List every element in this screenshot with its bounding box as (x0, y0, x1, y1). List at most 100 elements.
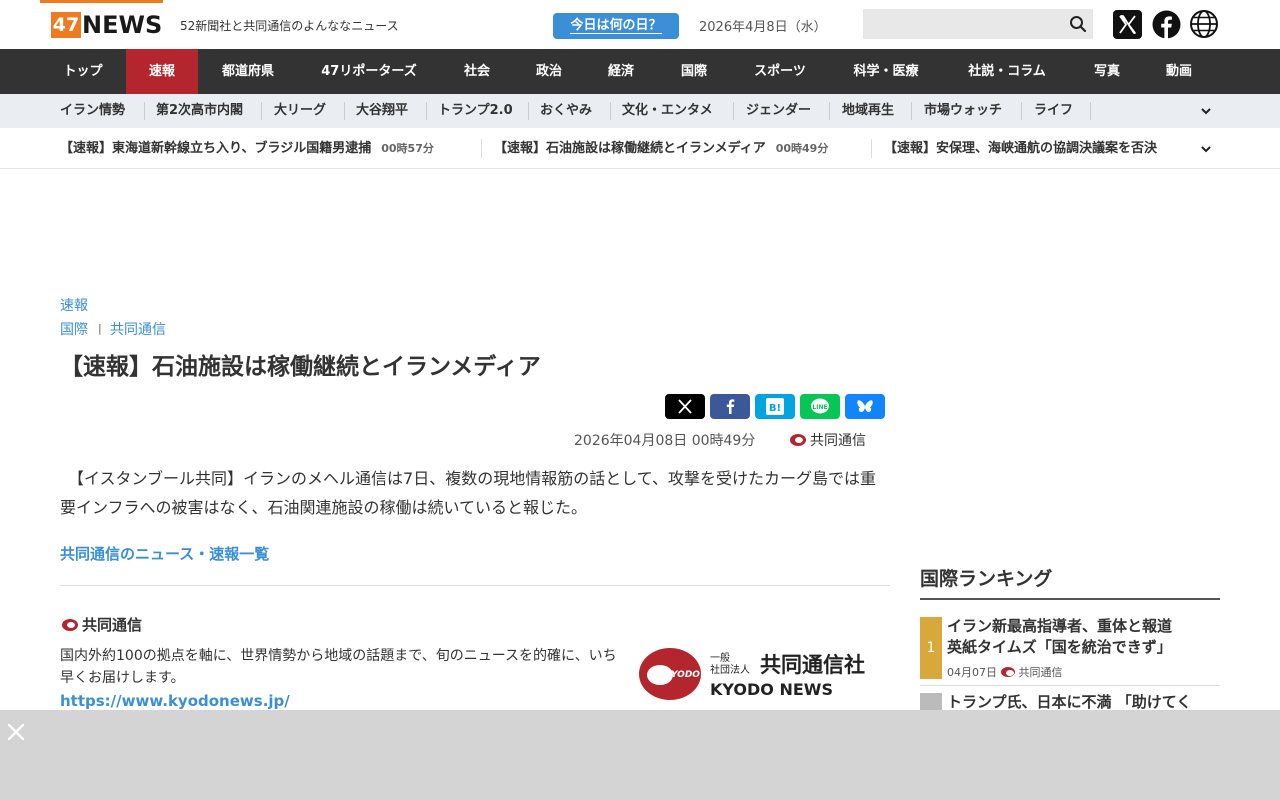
ranking-item-meta: 04月07日 共同通信 (947, 664, 1063, 680)
kyodo-logo-mark-text: KYODO (664, 670, 700, 680)
kyodo-logo-small1: 一般 (710, 651, 730, 664)
share-line-icon[interactable]: LINE (800, 394, 840, 419)
site-logo[interactable]: 47 NEWS (40, 0, 163, 40)
share-bluesky-icon[interactable] (845, 394, 885, 419)
breadcrumb-kyodo[interactable]: 共同通信 (110, 319, 166, 339)
subnav-divider (829, 102, 830, 120)
nav-sports[interactable]: スポーツ (730, 49, 830, 94)
search-icon[interactable] (1069, 15, 1087, 33)
bottom-ad-overlay (0, 710, 1280, 800)
share-hatena-icon[interactable]: B! (755, 394, 795, 419)
subnav-mlb[interactable]: 大リーグ (274, 94, 326, 128)
search-input[interactable] (863, 9, 1063, 39)
kyodo-logo-jp: 共同通信社 (760, 653, 865, 677)
x-twitter-icon[interactable] (1113, 10, 1142, 39)
kyodo-logo-small2: 社団法人 (710, 663, 750, 676)
article-source-label: 共同通信 (810, 433, 866, 449)
topic-subnav: イラン情勢 第2次高市内閣 大リーグ 大谷翔平 トランプ2.0 おくやみ 文化・… (0, 94, 1280, 128)
nav-science-medical[interactable]: 科学・医療 (830, 49, 942, 94)
ranking-divider (920, 685, 1220, 686)
ranking-title: 国際ランキング (920, 568, 1053, 590)
search-box (863, 9, 1093, 39)
ranking-underline (920, 598, 1220, 600)
share-facebook-icon[interactable] (710, 394, 750, 419)
nav-editorial-column[interactable]: 社説・コラム (942, 49, 1072, 94)
subnav-market[interactable]: 市場ウォッチ (924, 94, 1002, 128)
ranking-item-source: 共同通信 (1018, 666, 1063, 679)
subnav-divider (733, 102, 734, 120)
chevron-down-icon[interactable] (1200, 105, 1212, 117)
subnav-gender[interactable]: ジェンダー (746, 94, 811, 128)
ranking-item-line2: 英紙タイムズ「国を統治できず」 (947, 638, 1172, 656)
site-header: 47 NEWS 52新聞社と共同通信のよんななニュース 今日は何の日？ 2026… (0, 0, 1280, 49)
ticker-item[interactable]: 【速報】安保理、海峡通航の協調決議案を否決 (884, 128, 1157, 169)
nav-economy[interactable]: 経済 (584, 49, 658, 94)
nav-top[interactable]: トップ (40, 49, 126, 94)
subnav-divider (144, 102, 145, 120)
today-button-label: 今日は何の日？ (570, 18, 662, 34)
nav-video[interactable]: 動画 (1142, 49, 1216, 94)
subnav-iran[interactable]: イラン情勢 (60, 94, 125, 128)
article-datetime: 2026年04月08日 00時49分 (574, 433, 756, 449)
kyodo-mark-icon (62, 619, 78, 631)
ranking-item-date: 04月07日 (947, 666, 997, 679)
nav-prefectures[interactable]: 都道府県 (198, 49, 298, 94)
rank-badge: 1 (920, 617, 942, 679)
article-body: 【イスタンブール共同】イランのメヘル通信は7日、複数の現地情報筋の話として、攻撃… (60, 469, 876, 517)
subnav-divider (610, 102, 611, 120)
article-title: 【速報】石油施設は稼働継続とイランメディア (60, 354, 541, 380)
subnav-divider (911, 102, 912, 120)
ticker-headline: 【速報】安保理、海峡通航の協調決議案を否決 (884, 141, 1158, 156)
breaking-news-ticker: 【速報】東海道新幹線立ち入り、ブラジル国籍男逮捕 00時57分 【速報】石油施設は… (0, 128, 1280, 169)
breadcrumb-international[interactable]: 国際 (60, 319, 88, 339)
share-x-icon[interactable] (665, 394, 705, 419)
ranking-item-line1: イラン新最高指導者、重体と報道 (947, 617, 1173, 635)
provider-description: 国内外約100の拠点を軸に、世界情勢から地域の話題まで、旬のニュースを的確に、い… (60, 648, 617, 686)
nav-photos[interactable]: 写真 (1072, 49, 1142, 94)
subnav-divider (426, 102, 427, 120)
subnav-culture[interactable]: 文化・エンタメ (622, 94, 713, 128)
subnav-life[interactable]: ライフ (1034, 94, 1073, 128)
article-source: 共同通信 (790, 430, 866, 450)
provider-url-link[interactable]: https://www.kyodonews.jp/ (60, 692, 290, 710)
provider-name-label: 共同通信 (82, 616, 143, 634)
subnav-ohtani[interactable]: 大谷翔平 (356, 94, 408, 128)
tagline: 52新聞社と共同通信のよんななニュース (180, 19, 399, 33)
ticker-divider (481, 139, 482, 158)
today-in-history-button[interactable]: 今日は何の日？ (553, 13, 679, 39)
category-link[interactable]: 速報 (60, 295, 88, 315)
provider-name: 共同通信 (62, 614, 142, 635)
subnav-divider (344, 102, 345, 120)
subnav-trump[interactable]: トランプ2.0 (438, 94, 513, 128)
ticker-item[interactable]: 【速報】東海道新幹線立ち入り、ブラジル国籍男逮捕 00時57分 (60, 128, 434, 169)
subnav-divider (1090, 102, 1091, 120)
subnav-divider (528, 102, 529, 120)
kyodo-mark-icon (790, 434, 806, 446)
facebook-icon[interactable] (1152, 10, 1181, 39)
ticker-divider (871, 139, 872, 158)
ticker-item[interactable]: 【速報】石油施設は稼働継続とイランメディア 00時49分 (494, 128, 828, 169)
breadcrumb-separator: | (98, 322, 102, 335)
main-navigation: トップ 速報 都道府県 47リポーターズ 社会 政治 経済 国際 スポーツ 科学… (0, 49, 1280, 94)
logo-accent-bar (40, 0, 163, 3)
subnav-obituaries[interactable]: おくやみ (540, 94, 592, 128)
close-icon[interactable] (6, 722, 26, 742)
kyodo-news-list-link[interactable]: 共同通信のニュース・速報一覧 (60, 543, 269, 564)
nav-breaking[interactable]: 速報 (126, 49, 198, 94)
ticker-headline: 【速報】石油施設は稼働継続とイランメディア (494, 141, 766, 156)
chevron-down-icon[interactable] (1200, 143, 1212, 155)
kyodo-news-logo[interactable]: KYODO 一般 社団法人 共同通信社 KYODO NEWS (638, 646, 888, 702)
logo-number: 47 (51, 12, 81, 38)
subnav-divider (261, 102, 262, 120)
nav-international[interactable]: 国際 (658, 49, 730, 94)
nav-politics[interactable]: 政治 (514, 49, 584, 94)
subnav-takaichi[interactable]: 第2次高市内閣 (156, 94, 243, 128)
svg-text:LINE: LINE (812, 404, 827, 411)
nav-society[interactable]: 社会 (440, 49, 514, 94)
subnav-regional[interactable]: 地域再生 (842, 94, 894, 128)
divider (60, 585, 890, 586)
nav-47reporters[interactable]: 47リポーターズ (298, 49, 440, 94)
ranking-item-headline[interactable]: イラン新最高指導者、重体と報道 英紙タイムズ「国を統治できず」 (947, 616, 1172, 658)
ticker-time: 00時49分 (775, 142, 829, 155)
language-globe-icon[interactable] (1189, 9, 1219, 39)
